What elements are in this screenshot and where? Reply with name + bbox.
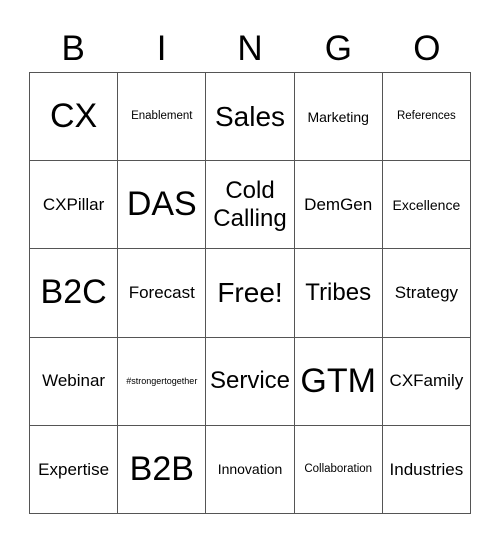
bingo-cell[interactable]: Industries	[382, 425, 471, 514]
header-letter-b: B	[61, 29, 85, 68]
bingo-header: B I N G O	[29, 28, 471, 70]
bingo-cell[interactable]: Service	[206, 337, 295, 426]
free-space-cell[interactable]: Free!	[206, 249, 295, 338]
bingo-cell[interactable]: Collaboration	[294, 425, 383, 514]
header-letter-i: I	[156, 29, 167, 68]
bingo-cell[interactable]: DemGen	[294, 161, 383, 250]
bingo-cell[interactable]: Enablement	[118, 73, 207, 162]
bingo-cell[interactable]: CX	[30, 73, 119, 162]
header-letter-g: G	[324, 29, 353, 68]
bingo-cell[interactable]: Expertise	[30, 425, 119, 514]
bingo-cell[interactable]: References	[382, 73, 471, 162]
bingo-cell[interactable]: Innovation	[206, 425, 295, 514]
bingo-grid: CX Enablement Sales Marketing References…	[29, 72, 471, 514]
bingo-cell[interactable]: Sales	[206, 73, 295, 162]
bingo-cell[interactable]: Tribes	[294, 249, 383, 338]
bingo-cell[interactable]: #strongertogether	[118, 337, 207, 426]
bingo-cell[interactable]: DAS	[118, 161, 207, 250]
bingo-cell[interactable]: B2C	[30, 249, 119, 338]
bingo-cell[interactable]: B2B	[118, 425, 207, 514]
bingo-cell[interactable]: CXPillar	[30, 161, 119, 250]
bingo-cell[interactable]: Marketing	[294, 73, 383, 162]
header-letter-n: N	[237, 29, 263, 68]
bingo-cell[interactable]: Cold Calling	[206, 161, 295, 250]
bingo-cell[interactable]: Strategy	[382, 249, 471, 338]
bingo-cell[interactable]: CXFamily	[382, 337, 471, 426]
header-letter-o: O	[413, 29, 441, 68]
bingo-cell[interactable]: Excellence	[382, 161, 471, 250]
bingo-cell[interactable]: GTM	[294, 337, 383, 426]
bingo-cell[interactable]: Webinar	[30, 337, 119, 426]
bingo-cell[interactable]: Forecast	[118, 249, 207, 338]
